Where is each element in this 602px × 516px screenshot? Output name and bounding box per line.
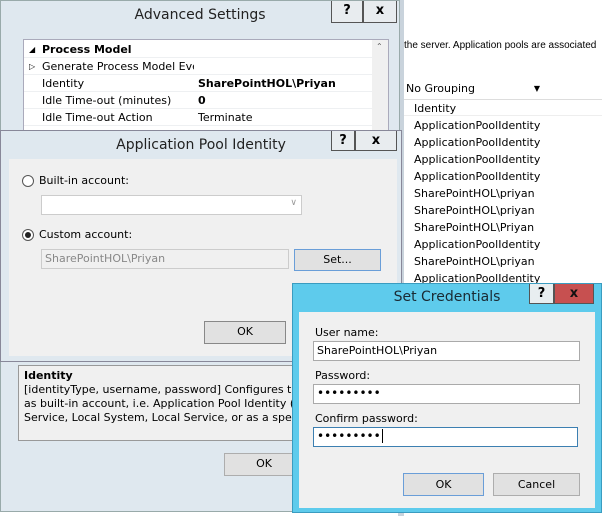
list-item[interactable]: ApplicationPoolIdentity: [414, 117, 540, 134]
builtin-account-radio[interactable]: [22, 175, 34, 187]
dialog-title: Set Credentials: [393, 289, 501, 305]
custom-account-radio[interactable]: [22, 229, 34, 241]
expand-icon[interactable]: ▷: [29, 58, 35, 75]
property-value: 0: [198, 94, 206, 107]
cancel-button[interactable]: Cancel: [493, 473, 580, 496]
description-text: the server. Application pools are associ…: [404, 40, 597, 51]
list-item[interactable]: SharePointHOL\priyan: [414, 185, 535, 202]
property-grid: ◢ Process Model ▷ Generate Process Model …: [23, 39, 389, 134]
ok-button[interactable]: OK: [204, 321, 286, 344]
ok-button[interactable]: OK: [403, 473, 484, 496]
username-input[interactable]: SharePointHOL\Priyan: [313, 341, 580, 361]
dialog-title: Advanced Settings: [134, 7, 266, 23]
custom-account-label: Custom account:: [39, 228, 133, 241]
builtin-account-label: Built-in account:: [39, 174, 129, 187]
chevron-down-icon: ∨: [290, 198, 297, 208]
dialog-body: User name: SharePointHOL\Priyan Password…: [299, 312, 595, 508]
password-input[interactable]: •••••••••: [313, 384, 580, 404]
grouping-dropdown[interactable]: No Grouping ▼: [406, 80, 544, 98]
confirm-password-input[interactable]: •••••••••: [313, 427, 578, 447]
property-row[interactable]: Idle Time-out Action Terminate: [24, 109, 388, 126]
list-item[interactable]: ApplicationPoolIdentity: [414, 134, 540, 151]
help-button[interactable]: ?: [529, 284, 554, 304]
custom-account-field: SharePointHOL\Priyan: [41, 249, 289, 269]
scrollbar[interactable]: ⌃: [372, 40, 388, 133]
scroll-up-icon[interactable]: ⌃: [376, 42, 383, 51]
list-item[interactable]: SharePointHOL\priyan: [414, 202, 535, 219]
property-name: Idle Time-out Action: [42, 111, 153, 124]
close-button[interactable]: x: [355, 131, 397, 151]
text-cursor: [381, 429, 383, 443]
section-process-model: Process Model: [42, 43, 132, 56]
property-name: Idle Time-out (minutes): [42, 94, 172, 107]
close-button[interactable]: x: [363, 1, 397, 23]
builtin-account-select[interactable]: ∨: [41, 195, 302, 215]
password-label: Password:: [315, 369, 371, 382]
dropdown-arrow-icon: ▼: [533, 84, 540, 93]
set-button[interactable]: Set...: [294, 249, 381, 271]
help-button[interactable]: ?: [331, 1, 363, 23]
dialog-title: Application Pool Identity: [116, 137, 286, 153]
set-credentials-dialog: Set Credentials ? x User name: SharePoin…: [292, 283, 602, 513]
username-label: User name:: [315, 326, 379, 339]
confirm-password-label: Confirm password:: [315, 412, 418, 425]
list-item[interactable]: SharePointHOL\Priyan: [414, 219, 534, 236]
property-row[interactable]: Identity SharePointHOL\Priyan: [24, 75, 388, 92]
list-item[interactable]: ApplicationPoolIdentity: [414, 236, 540, 253]
help-button[interactable]: ?: [331, 131, 355, 151]
list-item[interactable]: ApplicationPoolIdentity: [414, 151, 540, 168]
property-name: Generate Process Model Event L: [42, 60, 194, 73]
list-item[interactable]: ApplicationPoolIdentity: [414, 168, 540, 185]
property-name: Identity: [42, 77, 85, 90]
list-item[interactable]: SharePointHOL\priyan: [414, 253, 535, 270]
close-button[interactable]: x: [554, 284, 594, 304]
collapse-icon[interactable]: ◢: [29, 41, 35, 58]
property-row[interactable]: ▷ Generate Process Model Event L: [24, 58, 388, 75]
property-row[interactable]: Idle Time-out (minutes) 0: [24, 92, 388, 109]
property-value: SharePointHOL\Priyan: [198, 77, 336, 90]
property-value: Terminate: [198, 111, 253, 124]
column-header-identity[interactable]: Identity: [404, 99, 602, 116]
